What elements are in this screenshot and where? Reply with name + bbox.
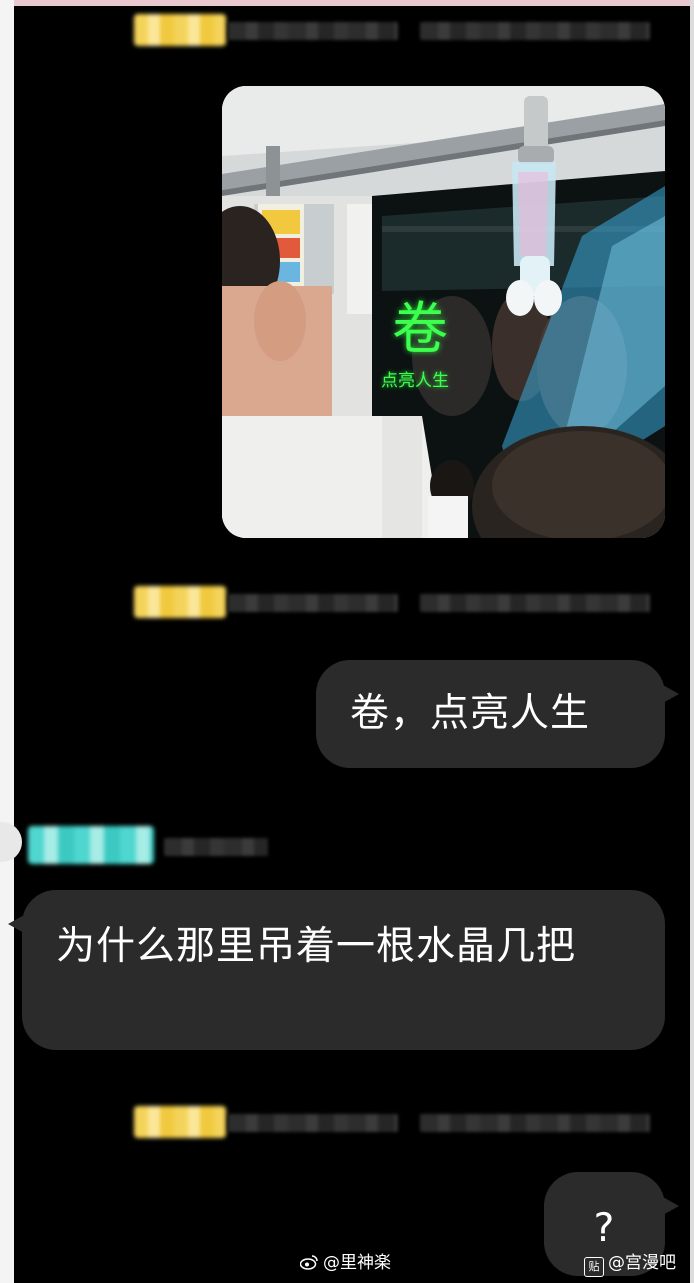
- name-tag-blurred: [28, 826, 154, 864]
- name-tag-blurred: [134, 586, 226, 618]
- bubble-tail: [661, 684, 679, 704]
- message-bubble-outgoing[interactable]: 卷，点亮人生: [316, 660, 679, 768]
- message-text: 卷，点亮人生: [350, 691, 591, 736]
- left-edge: [0, 0, 14, 1283]
- name-tag-blurred: [134, 1106, 226, 1138]
- watermark-weibo-text: @里神楽: [323, 1253, 391, 1273]
- sender-name-self: [120, 14, 660, 46]
- sender-name-self: [120, 586, 660, 618]
- watermark-tieba-text: @宫漫吧: [608, 1253, 676, 1273]
- led-sign-character: 卷: [392, 297, 448, 362]
- name-mosaic-blurred: [228, 22, 398, 40]
- watermark-tieba: 贴 @宫漫吧: [584, 1252, 676, 1277]
- name-mosaic-blurred: [228, 594, 398, 612]
- right-edge: [690, 0, 694, 1283]
- sender-name-self: [120, 1106, 660, 1138]
- avatar[interactable]: [0, 822, 22, 862]
- top-border: [0, 0, 694, 6]
- name-mosaic-blurred: [164, 838, 268, 856]
- name-mosaic-blurred: [420, 22, 650, 40]
- name-mosaic-blurred: [228, 1114, 398, 1132]
- name-tag-blurred: [134, 14, 226, 46]
- tieba-icon: 贴: [584, 1257, 604, 1277]
- message-bubble-incoming[interactable]: 为什么那里吊着一根水晶几把: [8, 890, 665, 1050]
- led-sign-subtitle: 点亮人生: [381, 371, 449, 391]
- name-mosaic-blurred: [420, 594, 650, 612]
- name-mosaic-blurred: [420, 1114, 650, 1132]
- message-text: ?: [593, 1206, 616, 1251]
- sender-name-other: [28, 826, 288, 864]
- watermark-weibo: @里神楽: [300, 1252, 391, 1274]
- weibo-icon: [300, 1255, 318, 1270]
- bubble-tail: [8, 914, 26, 934]
- message-text: 为什么那里吊着一根水晶几把: [56, 924, 577, 969]
